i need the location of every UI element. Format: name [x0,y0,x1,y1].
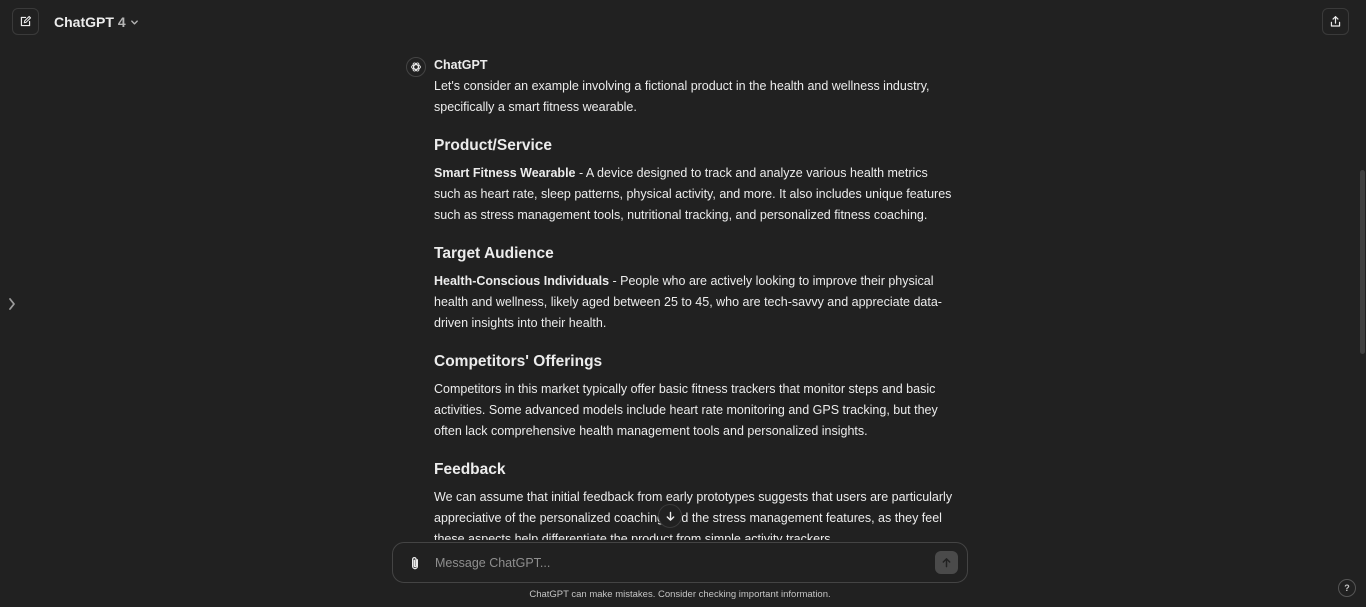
section-text: We can assume that initial feedback from… [434,490,953,540]
section-heading: Target Audience [434,245,554,262]
message-input[interactable] [433,553,923,573]
new-chat-button[interactable] [12,8,39,35]
send-button[interactable] [935,551,958,574]
model-name: ChatGPT [54,14,114,30]
section-paragraph: We can assume that initial feedback from… [434,487,956,540]
message-author: ChatGPT [434,58,488,72]
section-paragraph: Competitors in this market typically off… [434,379,956,442]
disclaimer-text: ChatGPT can make mistakes. Consider chec… [529,589,831,600]
section-heading: Product/Service [434,137,553,154]
attach-button[interactable] [407,555,423,571]
assistant-message: ChatGPT Let's consider an example involv… [434,57,956,540]
section-paragraph: Health-Conscious Individuals - People wh… [434,271,956,334]
section-paragraph: Smart Fitness Wearable - A device design… [434,163,956,226]
section-heading: Competitors' Offerings [434,353,603,370]
arrow-down-icon [666,511,674,521]
model-switcher[interactable]: ChatGPT 4 [54,13,139,31]
section-text: Competitors in this market typically off… [434,382,938,438]
model-version: 4 [117,14,126,30]
arrow-up-icon [942,558,951,568]
share-button[interactable] [1322,8,1349,35]
paperclip-icon [412,556,418,569]
share-icon [1330,16,1341,27]
top-header: ChatGPT 4 [0,0,1366,44]
chevron-down-icon [130,19,138,25]
edit-icon [20,15,32,27]
message-intro: Let's consider an example involving a fi… [434,79,930,114]
section-bold-lead: Health-Conscious Individuals [434,274,610,288]
assistant-avatar [406,57,426,77]
scroll-to-bottom-button[interactable] [658,504,682,528]
openai-logo-icon [411,62,421,72]
section-bold-lead: Smart Fitness Wearable [434,166,576,180]
message-composer [392,542,968,583]
section-heading: Feedback [434,461,506,478]
conversation-area: ChatGPT Let's consider an example involv… [0,44,1366,540]
help-button[interactable]: ? [1338,579,1356,597]
